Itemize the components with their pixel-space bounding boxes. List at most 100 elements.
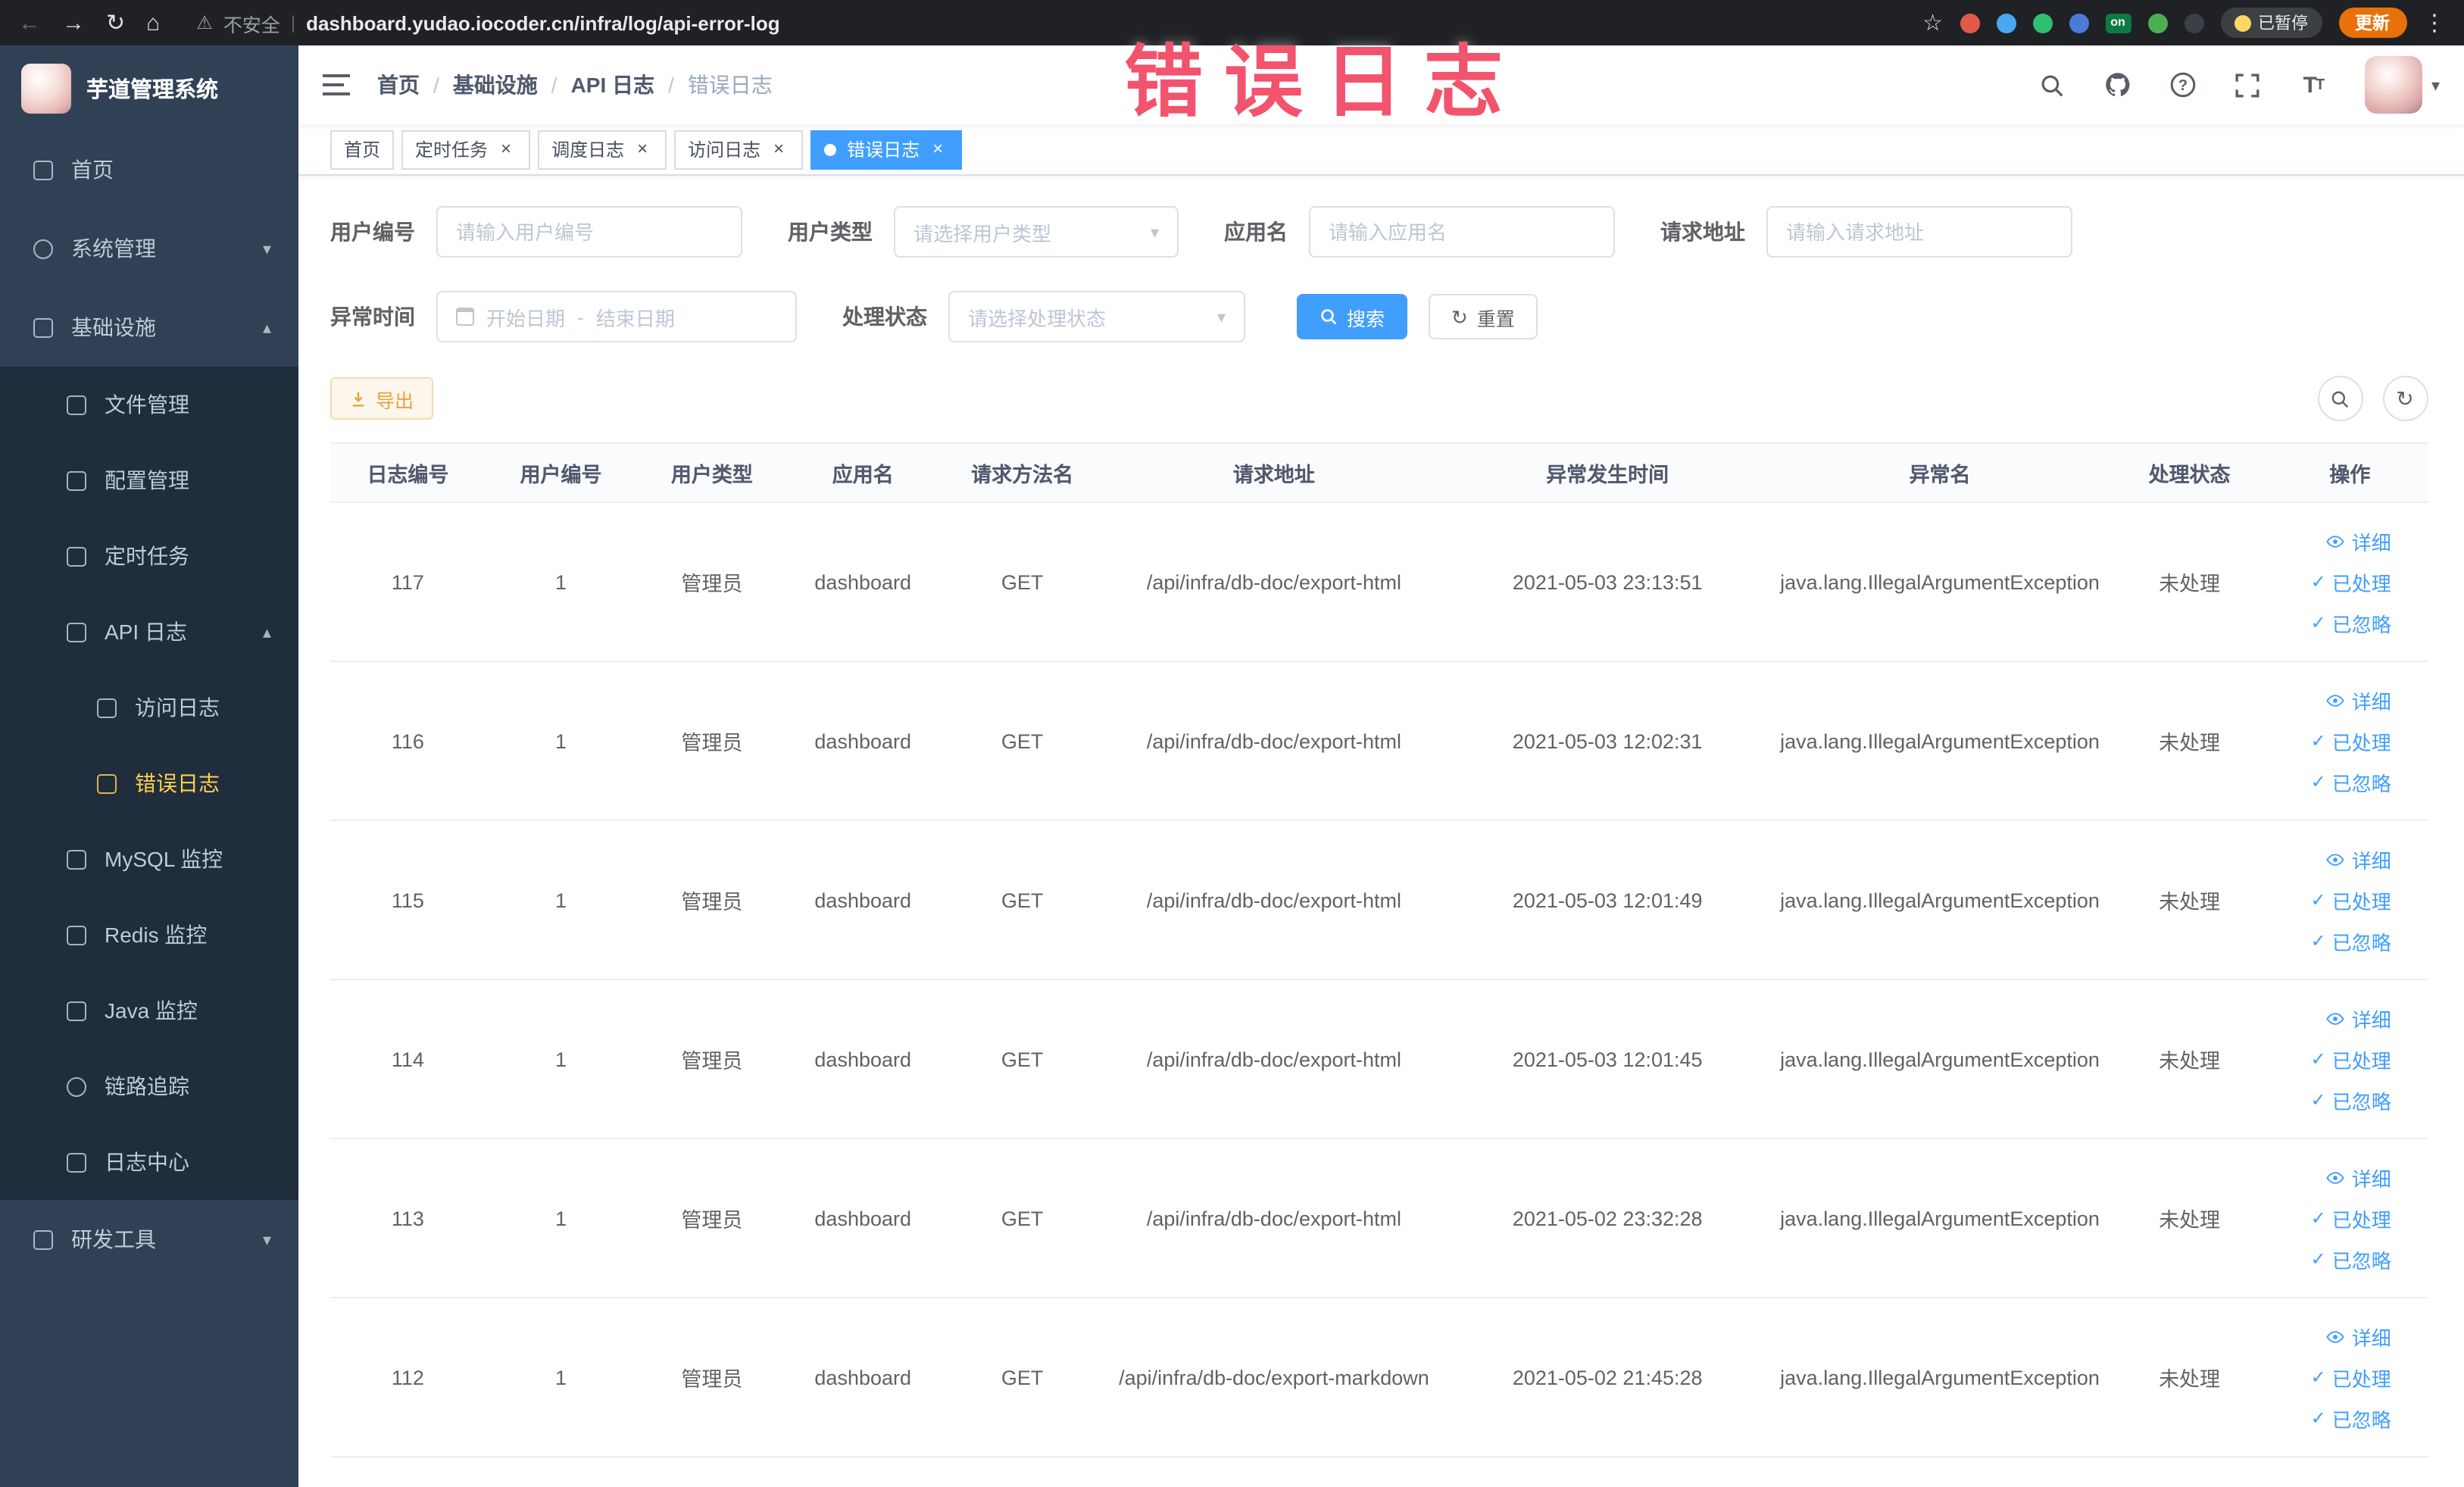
extension-icon-grid[interactable] (2069, 13, 2088, 33)
search-icon (2331, 390, 2349, 408)
sidebar-item-mysql-monitor[interactable]: MySQL 监控 (0, 821, 298, 897)
cell-actions: 详细 ✓ 已处理 ✓ 已忽略 (2272, 1322, 2428, 1432)
sidebar-item-config-mgmt[interactable]: 配置管理 (0, 442, 298, 518)
reset-button[interactable]: ↻ 重置 (1429, 294, 1538, 339)
sidebar-item-label: 配置管理 (105, 468, 189, 492)
breadcrumb-home[interactable]: 首页 (377, 70, 420, 100)
user-menu[interactable]: ▾ (2364, 56, 2440, 114)
detail-link[interactable]: 详细 (2326, 845, 2391, 873)
update-button[interactable]: 更新 (2338, 8, 2406, 38)
processed-link[interactable]: ✓ 已处理 (2311, 1363, 2391, 1392)
job-icon (67, 546, 86, 566)
detail-link[interactable]: 详细 (2326, 1322, 2391, 1351)
processed-link[interactable]: ✓ 已处理 (2311, 726, 2391, 755)
home-icon[interactable]: ⌂ (146, 11, 160, 34)
sidebar-item-log-center[interactable]: 日志中心 (0, 1124, 298, 1200)
ignored-link[interactable]: ✓ 已忽略 (2311, 1245, 2391, 1273)
extension-icon-leaf[interactable] (2147, 13, 2167, 33)
column-header: 操作 (2329, 464, 2371, 486)
toggle-search-button[interactable] (2317, 376, 2363, 421)
tab-schedule-log[interactable]: 调度日志 × (538, 130, 667, 169)
sidebar-item-label: 日志中心 (105, 1150, 189, 1174)
ignored-link[interactable]: ✓ 已忽略 (2311, 608, 2391, 637)
sidebar-item-access-log[interactable]: 访问日志 (0, 670, 298, 745)
sidebar-logo[interactable]: 芋道管理系统 (0, 45, 298, 130)
table-refresh-button[interactable]: ↻ (2382, 376, 2428, 421)
close-icon[interactable]: × (632, 138, 653, 160)
close-icon[interactable]: × (768, 138, 789, 160)
back-icon[interactable]: ← (18, 11, 41, 34)
url-text[interactable]: dashboard.yudao.iocoder.cn/infra/log/api… (306, 11, 780, 34)
detail-link[interactable]: 详细 (2326, 1004, 2391, 1032)
export-button[interactable]: 导出 (330, 377, 434, 420)
sidebar-item-file-mgmt[interactable]: 文件管理 (0, 367, 298, 442)
app-name-input[interactable] (1309, 206, 1615, 258)
breadcrumb-api-log[interactable]: API 日志 (571, 70, 654, 100)
cell-app-name: dashboard (814, 889, 912, 911)
chevron-down-icon: ▾ (262, 1231, 271, 1249)
sidebar-item-home[interactable]: 首页 (0, 130, 298, 209)
cell-actions: 详细 ✓ 已处理 ✓ 已忽略 (2272, 1004, 2428, 1114)
extension-icon-red[interactable] (1960, 13, 1979, 33)
close-icon[interactable]: × (927, 138, 948, 160)
close-icon[interactable]: × (495, 138, 517, 160)
processed-link[interactable]: ✓ 已处理 (2311, 567, 2391, 596)
processed-link[interactable]: ✓ 已处理 (2311, 1045, 2391, 1073)
font-size-icon[interactable]: TT (2300, 71, 2327, 98)
extension-icon-pin[interactable] (2184, 13, 2203, 33)
exception-time-range-picker[interactable]: 开始日期 - 结束日期 (436, 291, 797, 342)
fullscreen-icon[interactable] (2234, 71, 2262, 98)
ignored-link[interactable]: ✓ 已忽略 (2311, 767, 2391, 796)
user-id-input[interactable] (436, 206, 742, 258)
ignored-link[interactable]: ✓ 已忽略 (2311, 1404, 2391, 1432)
sidebar-item-java-monitor[interactable]: Java 监控 (0, 973, 298, 1048)
reset-button-label: 重置 (1476, 308, 1515, 330)
browser-menu-icon[interactable]: ⋮ (2423, 11, 2446, 34)
extension-icon-blue[interactable] (1996, 13, 2016, 33)
user-type-select[interactable]: 请选择用户类型 ▾ (894, 206, 1179, 258)
column-header: 请求方法名 (971, 464, 1074, 486)
tab-scheduled-jobs[interactable]: 定时任务 × (401, 130, 531, 169)
column-header: 处理状态 (2148, 464, 2231, 486)
detail-link[interactable]: 详细 (2326, 686, 2391, 714)
sidebar-item-tracing[interactable]: 链路追踪 (0, 1048, 298, 1124)
extension-icon-green[interactable] (2032, 13, 2052, 33)
detail-link[interactable]: 详细 (2326, 1163, 2391, 1192)
breadcrumb-infrastructure[interactable]: 基础设施 (453, 70, 538, 100)
search-button[interactable]: 搜索 (1297, 294, 1408, 339)
check-icon: ✓ (2310, 571, 2326, 592)
hamburger-icon[interactable] (298, 74, 374, 95)
cell-user-id: 1 (555, 570, 567, 593)
bookmark-star-icon[interactable]: ☆ (1922, 11, 1943, 34)
tab-access-log[interactable]: 访问日志 × (674, 130, 804, 169)
sidebar-item-dev-tools[interactable]: 研发工具 ▾ (0, 1200, 298, 1279)
sidebar-item-api-log[interactable]: API 日志 ▴ (0, 594, 298, 670)
address-bar[interactable]: ⚠ 不安全 | dashboard.yudao.iocoder.cn/infra… (196, 8, 1886, 37)
processed-link[interactable]: ✓ 已处理 (2311, 1204, 2391, 1232)
extension-on-badge[interactable]: on (2105, 13, 2131, 33)
detail-link[interactable]: 详细 (2326, 526, 2391, 555)
paused-extension-badge[interactable]: 已暂停 (2220, 8, 2322, 38)
tab-error-log[interactable]: 错误日志 × (810, 130, 963, 169)
process-status-select[interactable]: 请选择处理状态 ▾ (948, 291, 1245, 342)
processed-link[interactable]: ✓ 已处理 (2311, 886, 2391, 914)
ignored-link[interactable]: ✓ 已忽略 (2311, 926, 2391, 955)
cell-user-id: 1 (555, 1207, 567, 1229)
tab-home[interactable]: 首页 (330, 130, 395, 169)
forward-icon[interactable]: → (62, 11, 85, 34)
security-label[interactable]: 不安全 (223, 8, 280, 37)
help-icon[interactable]: ? (2169, 71, 2197, 98)
sidebar-item-error-log[interactable]: 错误日志 (0, 745, 298, 821)
sidebar-item-redis-monitor[interactable]: Redis 监控 (0, 897, 298, 973)
github-icon[interactable] (2104, 71, 2131, 98)
sidebar-item-scheduled-jobs[interactable]: 定时任务 (0, 518, 298, 594)
sidebar-item-infrastructure[interactable]: 基础设施 ▴ (0, 288, 298, 367)
ignored-link[interactable]: ✓ 已忽略 (2311, 1086, 2391, 1114)
chevron-down-icon: ▾ (1150, 223, 1159, 242)
sidebar-item-system-mgmt[interactable]: 系统管理 ▾ (0, 209, 298, 288)
processed-label: 已处理 (2331, 1367, 2391, 1390)
sidebar-item-label: MySQL 监控 (105, 847, 223, 871)
reload-icon[interactable]: ↻ (106, 11, 125, 34)
request-url-input[interactable] (1766, 206, 2072, 258)
search-icon[interactable] (2039, 71, 2066, 98)
